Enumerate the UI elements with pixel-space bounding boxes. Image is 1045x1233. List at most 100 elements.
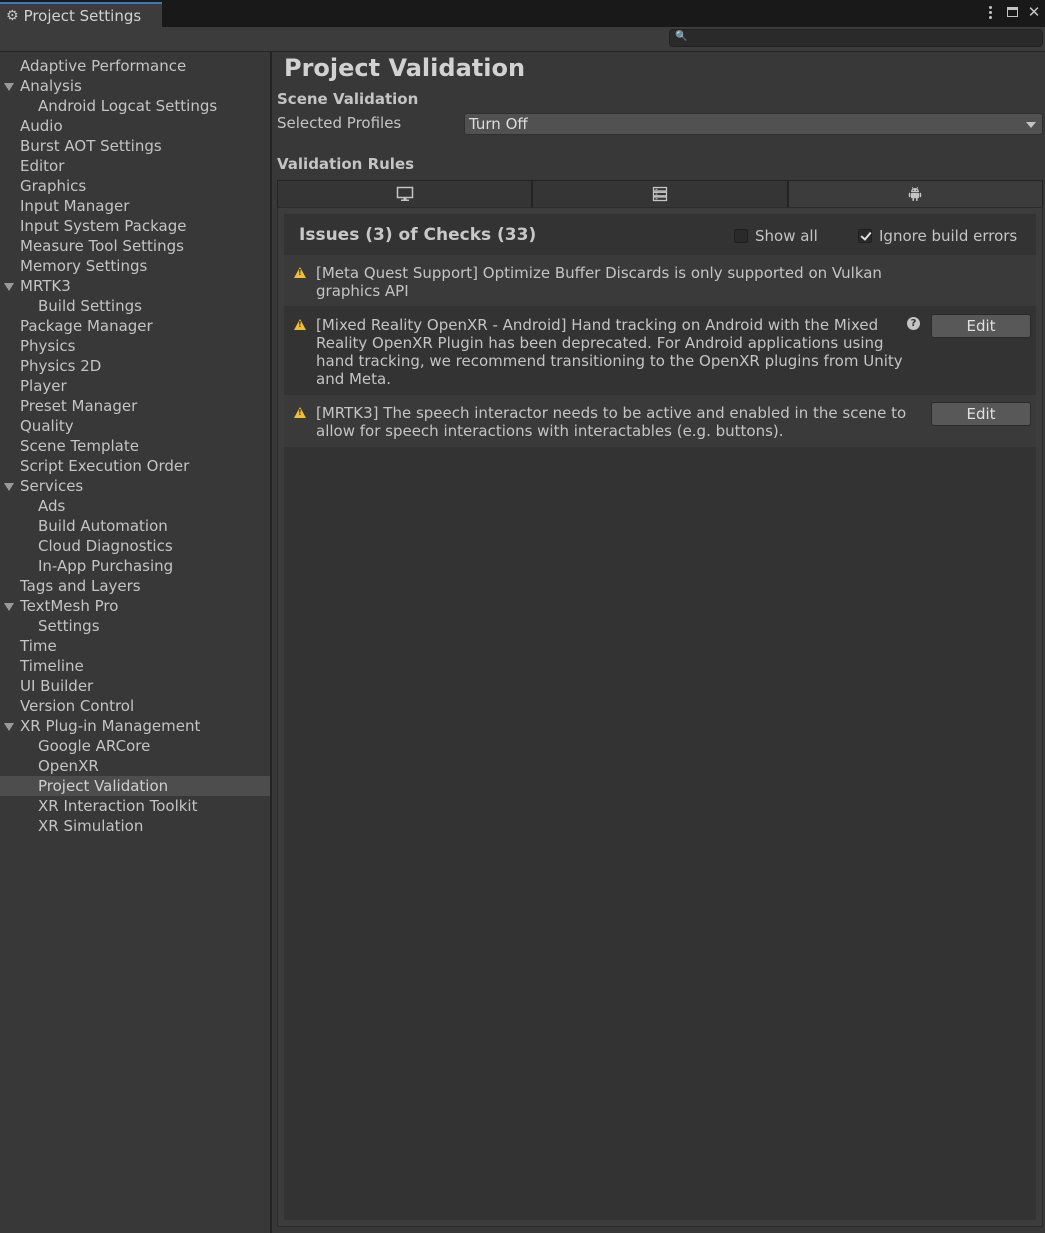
issue-row: [Meta Quest Support] Optimize Buffer Dis… [284,255,1036,306]
sidebar-item-label: Input Manager [20,197,130,215]
sidebar-item-label: In-App Purchasing [38,557,174,575]
ignore-build-errors-checkbox[interactable] [858,229,872,243]
tab-standalone[interactable] [277,180,533,208]
selected-profiles-label: Selected Profiles [277,114,402,132]
sidebar-item-adaptive-performance[interactable]: Adaptive Performance [0,56,270,76]
expand-triangle-icon[interactable] [4,723,14,731]
sidebar-item-package-manager[interactable]: Package Manager [0,316,270,336]
search-field[interactable]: 🔍 [669,29,1043,47]
selected-profiles-dropdown[interactable]: Turn Off [464,113,1043,135]
android-icon [909,186,922,201]
sidebar-item-label: MRTK3 [20,277,71,295]
server-icon [652,186,668,202]
sidebar-item-project-validation[interactable]: Project Validation [0,776,270,796]
sidebar-item-label: Audio [20,117,63,135]
show-all-toggle[interactable]: Show all [734,227,818,245]
sidebar-item-google-arcore[interactable]: Google ARCore [0,736,270,756]
sidebar-item-build-settings[interactable]: Build Settings [0,296,270,316]
sidebar-item-services[interactable]: Services [0,476,270,496]
sidebar-item-label: XR Simulation [38,817,144,835]
sidebar-item-label: Editor [20,157,65,175]
issue-row: [MRTK3] The speech interactor needs to b… [284,395,1036,447]
issue-message-line: allow for speech interactions with inter… [316,422,784,440]
sidebar-item-label: Android Logcat Settings [38,97,218,115]
sidebar-item-quality[interactable]: Quality [0,416,270,436]
sidebar-item-ads[interactable]: Ads [0,496,270,516]
dropdown-caret-icon [1026,122,1036,128]
search-input[interactable] [688,30,1038,46]
sidebar-item-label: Cloud Diagnostics [38,537,173,555]
expand-triangle-icon[interactable] [4,483,14,491]
search-icon: 🔍 [675,31,688,42]
settings-sidebar: Adaptive Performance Analysis Android Lo… [0,52,272,1233]
sidebar-item-audio[interactable]: Audio [0,116,270,136]
sidebar-item-label: Version Control [20,697,135,715]
sidebar-item-label: UI Builder [20,677,94,695]
sidebar-item-input-system-package[interactable]: Input System Package [0,216,270,236]
sidebar-item-timeline[interactable]: Timeline [0,656,270,676]
sidebar-item-preset-manager[interactable]: Preset Manager [0,396,270,416]
sidebar-item-textmesh-pro[interactable]: TextMesh Pro [0,596,270,616]
sidebar-item-memory-settings[interactable]: Memory Settings [0,256,270,276]
tab-dedicated-server[interactable] [532,180,788,208]
edit-button[interactable]: Edit [931,314,1031,338]
main-content: Project Validation Scene Validation Sele… [272,52,1045,1233]
sidebar-item-ui-builder[interactable]: UI Builder [0,676,270,696]
tab-title: Project Settings [23,6,142,25]
sidebar-item-label: Settings [38,617,100,635]
sidebar-item-label: Package Manager [20,317,153,335]
sidebar-item-player[interactable]: Player [0,376,270,396]
issues-container: Issues (3) of Checks (33) Show all Ignor… [284,214,1036,1220]
sidebar-item-label: Burst AOT Settings [20,137,162,155]
sidebar-item-measure-tool-settings[interactable]: Measure Tool Settings [0,236,270,256]
expand-triangle-icon[interactable] [4,83,14,91]
edit-button[interactable]: Edit [931,402,1031,426]
sidebar-item-mrtk3[interactable]: MRTK3 [0,276,270,296]
sidebar-item-label: OpenXR [38,757,99,775]
sidebar-item-input-manager[interactable]: Input Manager [0,196,270,216]
sidebar-item-analysis[interactable]: Analysis [0,76,270,96]
maximize-icon[interactable] [1005,4,1019,20]
sidebar-item-script-execution-order[interactable]: Script Execution Order [0,456,270,476]
sidebar-item-label: Google ARCore [38,737,151,755]
sidebar-item-time[interactable]: Time [0,636,270,656]
issue-message: [Meta Quest Support] Optimize Buffer Dis… [316,264,882,300]
sidebar-item-label: Services [20,477,84,495]
sidebar-item-label: Build Settings [38,297,142,315]
expand-triangle-icon[interactable] [4,283,14,291]
sidebar-item-scene-template[interactable]: Scene Template [0,436,270,456]
sidebar-item-burst-aot-settings[interactable]: Burst AOT Settings [0,136,270,156]
sidebar-item-xr-interaction-toolkit[interactable]: XR Interaction Toolkit [0,796,270,816]
sidebar-item-openxr[interactable]: OpenXR [0,756,270,776]
help-icon[interactable]: ? [907,317,920,330]
sidebar-item-cloud-diagnostics[interactable]: Cloud Diagnostics [0,536,270,556]
sidebar-item-label: Tags and Layers [20,577,141,595]
sidebar-item-graphics[interactable]: Graphics [0,176,270,196]
sidebar-item-textmesh-settings[interactable]: Settings [0,616,270,636]
sidebar-item-editor[interactable]: Editor [0,156,270,176]
sidebar-item-physics-2d[interactable]: Physics 2D [0,356,270,376]
sidebar-item-version-control[interactable]: Version Control [0,696,270,716]
expand-triangle-icon[interactable] [4,603,14,611]
window-titlebar: ⚙ Project Settings ✕ [0,0,1045,27]
ignore-build-errors-toggle[interactable]: Ignore build errors [858,227,1017,245]
page-title: Project Validation [284,54,526,82]
close-icon[interactable]: ✕ [1027,3,1041,21]
sidebar-item-xr-plugin-management[interactable]: XR Plug-in Management [0,716,270,736]
sidebar-item-build-automation[interactable]: Build Automation [0,516,270,536]
kebab-menu-icon[interactable] [983,4,997,20]
show-all-checkbox[interactable] [734,229,748,243]
sidebar-item-xr-simulation[interactable]: XR Simulation [0,816,270,836]
sidebar-item-physics[interactable]: Physics [0,336,270,356]
sidebar-item-android-logcat-settings[interactable]: Android Logcat Settings [0,96,270,116]
project-settings-tab[interactable]: ⚙ Project Settings [0,2,162,27]
issue-message-line: [Meta Quest Support] Optimize Buffer Dis… [316,264,882,282]
issue-row: [Mixed Reality OpenXR - Android] Hand tr… [284,307,1036,395]
tab-android[interactable] [787,180,1043,208]
sidebar-item-label: Scene Template [20,437,139,455]
platform-tabs [277,180,1043,208]
sidebar-item-in-app-purchasing[interactable]: In-App Purchasing [0,556,270,576]
sidebar-item-tags-and-layers[interactable]: Tags and Layers [0,576,270,596]
sidebar-item-label: Time [20,637,57,655]
settings-nav-list: Adaptive Performance Analysis Android Lo… [0,56,270,836]
